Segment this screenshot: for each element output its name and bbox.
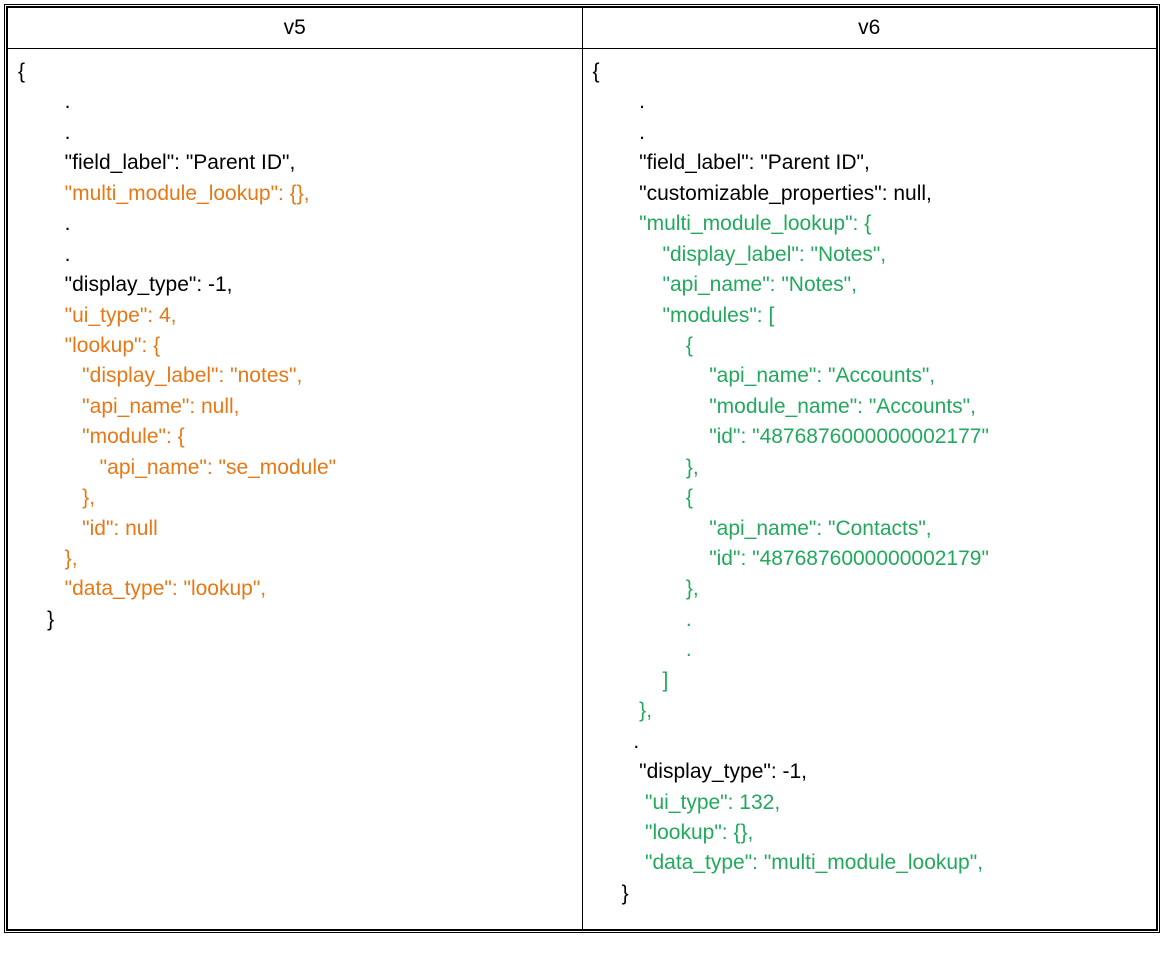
- code-line: .: [18, 243, 71, 266]
- code-line-added: "api_name": "Notes",: [593, 273, 857, 296]
- code-line-added: ]: [593, 669, 669, 692]
- code-line: .: [593, 730, 640, 753]
- code-line-added: "lookup": {},: [593, 821, 754, 844]
- code-line-removed: "lookup": {: [18, 334, 160, 357]
- code-line-added: .: [593, 638, 692, 661]
- code-line-removed: },: [18, 486, 95, 509]
- code-line-removed: "display_label": "notes",: [18, 364, 302, 387]
- header-v5: v5: [8, 8, 583, 49]
- code-line: .: [18, 121, 71, 144]
- cell-v5-code: { . . "field_label": "Parent ID", "multi…: [8, 49, 583, 930]
- code-line: .: [18, 212, 71, 235]
- code-line-added: },: [593, 699, 653, 722]
- code-line: "field_label": "Parent ID",: [18, 151, 295, 174]
- code-line: "display_type": -1,: [18, 273, 233, 296]
- comparison-table-wrapper: v5 v6 { . . "field_label": "Parent ID", …: [4, 4, 1160, 933]
- code-line-added: "multi_module_lookup": {: [593, 212, 872, 235]
- code-line-added: "module_name": "Accounts",: [593, 395, 976, 418]
- code-line-removed: "multi_module_lookup": {},: [18, 182, 310, 205]
- code-line-added: },: [593, 456, 699, 479]
- header-v6: v6: [582, 8, 1157, 49]
- code-line-added: {: [593, 334, 693, 357]
- code-line-added: "api_name": "Contacts",: [593, 517, 932, 540]
- code-line-removed: "ui_type": 4,: [18, 304, 176, 327]
- code-line: }: [18, 608, 54, 631]
- code-line-added: "data_type": "multi_module_lookup",: [593, 851, 984, 874]
- cell-v6-code: { . . "field_label": "Parent ID", "custo…: [582, 49, 1157, 930]
- code-line-removed: },: [18, 547, 78, 570]
- code-line: {: [18, 60, 25, 83]
- code-line-removed: "data_type": "lookup",: [18, 577, 266, 600]
- comparison-table: v5 v6 { . . "field_label": "Parent ID", …: [7, 7, 1157, 930]
- code-line-removed: "api_name": "se_module": [18, 456, 336, 479]
- code-line-removed: "id": null: [18, 517, 158, 540]
- code-line: .: [593, 121, 646, 144]
- code-line-removed: "api_name": null,: [18, 395, 240, 418]
- code-line: }: [593, 882, 629, 905]
- code-line-added: },: [593, 577, 699, 600]
- code-line-added: "id": "4876876000000002177": [593, 425, 989, 448]
- code-line: {: [593, 60, 600, 83]
- code-line-added: "modules": [: [593, 304, 775, 327]
- code-line-added: "id": "4876876000000002179": [593, 547, 989, 570]
- code-line: "field_label": "Parent ID",: [593, 151, 870, 174]
- code-line-added: .: [593, 608, 692, 631]
- code-line-added: "ui_type": 132,: [593, 791, 781, 814]
- code-line-added: "display_label": "Notes",: [593, 243, 887, 266]
- code-line: .: [18, 90, 71, 113]
- code-line: "customizable_properties": null,: [593, 182, 932, 205]
- code-line-added: {: [593, 486, 693, 509]
- code-line: .: [593, 90, 646, 113]
- code-line-added: "api_name": "Accounts",: [593, 364, 936, 387]
- code-line: "display_type": -1,: [593, 760, 808, 783]
- code-line-removed: "module": {: [18, 425, 185, 448]
